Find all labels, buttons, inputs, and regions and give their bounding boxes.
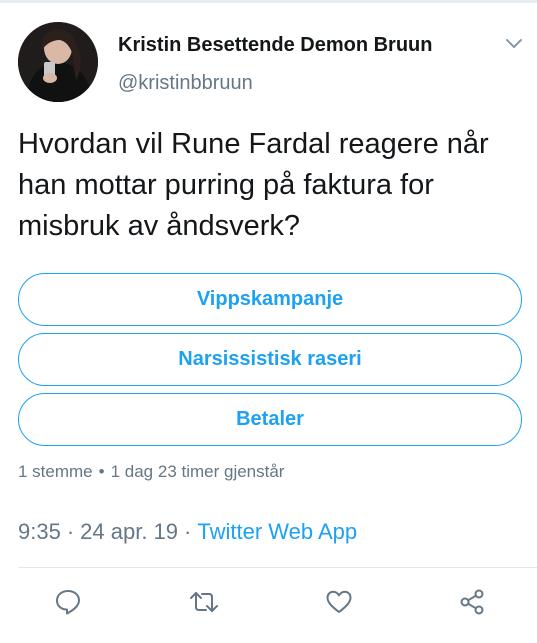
poll-meta: 1 stemme • 1 dag 23 timer gjenstår [18,462,284,482]
heart-icon [326,590,352,613]
retweet-icon [190,592,218,612]
tweet-time: 9:35 [18,519,61,544]
chevron-down-icon[interactable] [504,36,524,50]
like-button[interactable] [322,585,356,619]
avatar[interactable] [18,22,98,102]
poll-time-left: 1 dag 23 timer gjenstår [110,462,285,481]
avatar-image [18,22,98,102]
tweet-date: 24 apr. 19 [80,519,179,544]
retweet-button[interactable] [187,585,221,619]
poll: Vippskampanje Narsissistisk raseri Betal… [18,273,522,453]
poll-option-3[interactable]: Betaler [18,393,522,446]
tweet-text: Hvordan vil Rune Fardal reagere når han … [18,128,489,242]
actions-divider [18,567,537,568]
timestamp-separator-1: · [66,519,75,544]
poll-vote-count: 1 stemme [18,462,93,481]
user-handle[interactable]: @kristinbbruun [118,72,253,95]
top-divider [0,0,537,3]
display-name[interactable]: Kristin Besettende Demon Bruun [118,34,432,57]
reply-button[interactable] [51,585,85,619]
tweet-source-link[interactable]: Twitter Web App [197,519,357,544]
tweet-header: Kristin Besettende Demon Bruun @kristinb… [18,22,528,106]
poll-option-1[interactable]: Vippskampanje [18,273,522,326]
share-button[interactable] [455,585,489,619]
timestamp-separator-2: · [184,519,192,544]
reply-icon [56,590,80,615]
poll-option-2[interactable]: Narsissistisk raseri [18,333,522,386]
poll-meta-separator: • [98,462,105,481]
share-icon [460,589,484,615]
tweet-timestamp: 9:35 · 24 apr. 19 · Twitter Web App [18,519,357,545]
action-bar [0,585,537,621]
